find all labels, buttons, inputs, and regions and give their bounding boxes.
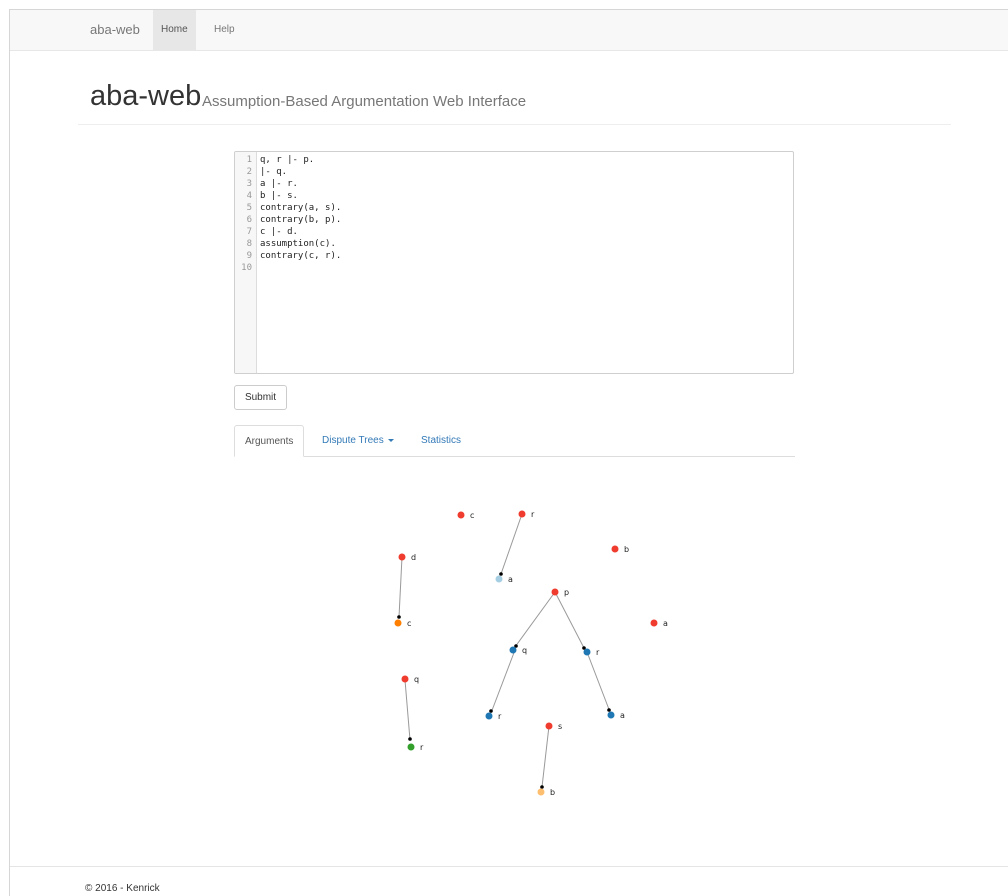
- graph-node[interactable]: [398, 553, 406, 561]
- graph-node[interactable]: [495, 575, 503, 583]
- edge-end: [489, 709, 493, 713]
- edge-ends: [397, 572, 611, 789]
- graph-nodes: c r b d a p c a q r q r a s r b: [394, 510, 668, 797]
- node-label: d: [411, 553, 416, 562]
- graph-node[interactable]: [583, 648, 591, 656]
- graph-edges: [398, 513, 611, 788]
- node-label: s: [558, 722, 562, 731]
- graph-node[interactable]: [457, 511, 465, 519]
- browser-frame: aba-web Home Help aba-web Assumption-Bas…: [9, 9, 1008, 896]
- node-label: q: [522, 646, 527, 655]
- edge-end: [408, 737, 412, 741]
- node-label: a: [620, 711, 625, 720]
- graph-node[interactable]: [518, 510, 526, 518]
- node-label: a: [508, 575, 513, 584]
- graph-node[interactable]: [509, 646, 517, 654]
- graph-node[interactable]: [394, 619, 402, 627]
- edge-end: [499, 572, 503, 576]
- graph-node[interactable]: [607, 711, 615, 719]
- edge-q-r: [490, 649, 516, 714]
- edge-q-r-left: [404, 679, 411, 741]
- graph-node[interactable]: [650, 619, 658, 627]
- graph-node[interactable]: [611, 545, 619, 553]
- node-label: b: [624, 545, 629, 554]
- edge-end: [540, 785, 544, 789]
- node-label: r: [420, 743, 424, 752]
- edge-end: [607, 708, 611, 712]
- edge-p-r: [554, 591, 585, 649]
- node-label: p: [564, 588, 569, 597]
- graph-node[interactable]: [401, 675, 409, 683]
- node-label: a: [663, 619, 668, 628]
- graph-node[interactable]: [537, 788, 545, 796]
- node-label: q: [414, 675, 419, 684]
- node-label: b: [550, 788, 555, 797]
- arguments-graph: c r b d a p c a q r q r a s r b: [394, 510, 668, 797]
- edge-r-a: [500, 513, 523, 575]
- node-label: r: [498, 712, 502, 721]
- footer-copyright: © 2016 - Kenrick: [85, 883, 160, 894]
- graph-node[interactable]: [485, 712, 493, 720]
- edge-s-b: [541, 725, 550, 788]
- edge-r-a-low: [586, 651, 611, 713]
- graph-node[interactable]: [407, 743, 415, 751]
- edge-p-q: [514, 591, 556, 648]
- footer-divider: [10, 866, 1008, 867]
- node-label: c: [407, 619, 411, 628]
- node-label: c: [470, 511, 474, 520]
- edge-end: [397, 615, 401, 619]
- graph-node[interactable]: [551, 588, 559, 596]
- graph-node[interactable]: [545, 722, 553, 730]
- node-label: r: [596, 648, 600, 657]
- edge-d-c: [398, 556, 403, 618]
- node-label: r: [531, 510, 535, 519]
